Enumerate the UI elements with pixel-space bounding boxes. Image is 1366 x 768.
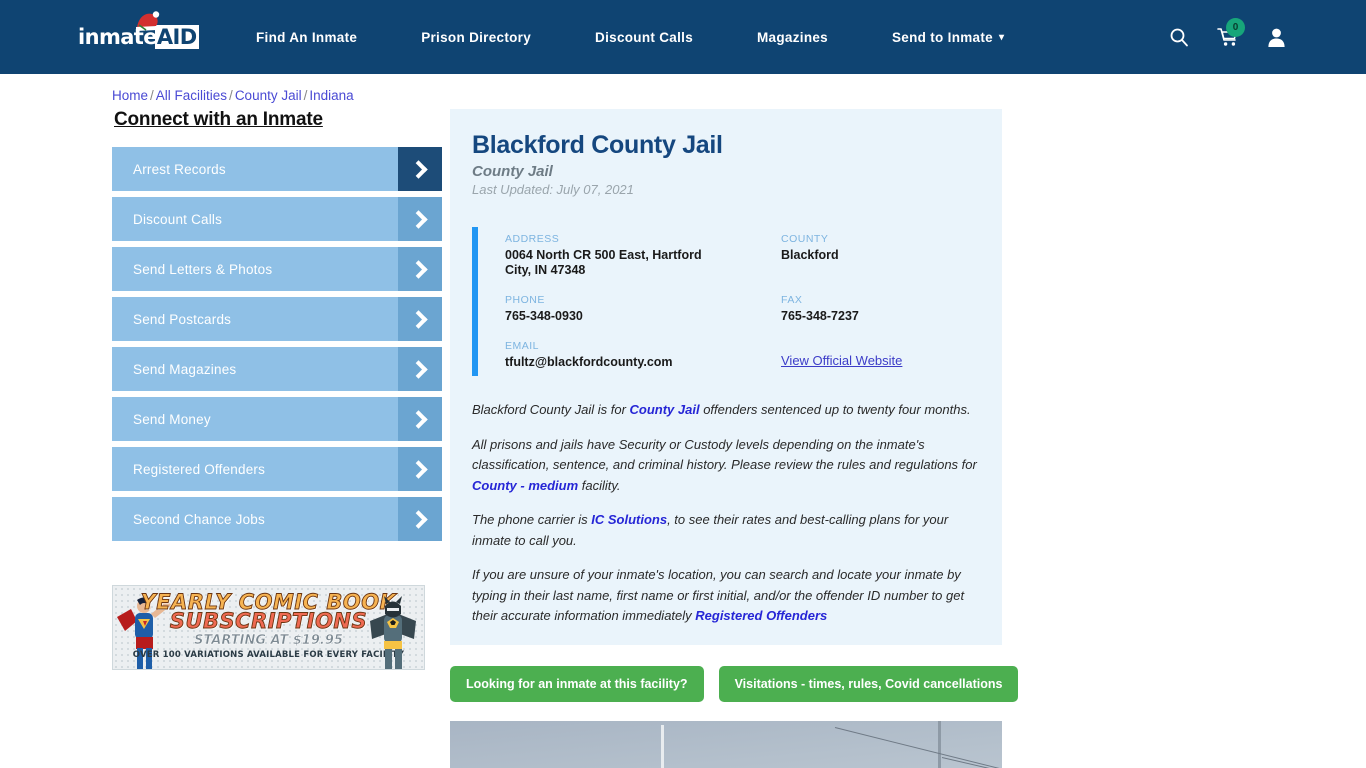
sidebar-item-label: Send Magazines [133, 361, 237, 377]
nav-item-find-an-inmate[interactable]: Find An Inmate [256, 30, 389, 45]
detail-value: tfultz@blackfordcounty.com [505, 355, 673, 369]
sidebar: Connect with an Inmate Arrest Records Di… [112, 109, 442, 670]
chevron-right-icon [398, 497, 442, 541]
facility-exterior-photo [450, 720, 1002, 768]
link-registered-offenders[interactable]: Registered Offenders [695, 608, 827, 623]
desc-text: offenders sentenced up to twenty four mo… [699, 402, 971, 417]
site-header: inmateAID Find An Inmate Prison Director… [0, 0, 1366, 74]
sidebar-item-label: Second Chance Jobs [133, 511, 265, 527]
sidebar-item-arrest-records[interactable]: Arrest Records [112, 147, 442, 191]
utility-pole [938, 720, 941, 768]
sidebar-item-send-postcards[interactable]: Send Postcards [112, 297, 442, 341]
description-paragraph-4: If you are unsure of your inmate's locat… [472, 565, 980, 627]
desc-text: All prisons and jails have Security or C… [472, 436, 977, 473]
nav-item-send-to-inmate-label: Send to Inmate [892, 29, 993, 45]
sidebar-item-label: Send Postcards [133, 311, 232, 327]
sidebar-item-second-chance-jobs[interactable]: Second Chance Jobs [112, 497, 442, 541]
description-paragraph-2: All prisons and jails have Security or C… [472, 435, 980, 497]
detail-website: View Official Website [781, 340, 980, 370]
sidebar-item-label: Arrest Records [133, 161, 226, 177]
sidebar-item-discount-calls[interactable]: Discount Calls [112, 197, 442, 241]
detail-label: PHONE [505, 294, 545, 306]
logo-text-secondary: AID [154, 25, 199, 49]
detail-value: Blackford [781, 248, 839, 262]
header-icon-group: 0 [1169, 18, 1286, 47]
desc-text: The phone carrier is [472, 512, 592, 528]
main-content: Blackford County Jail County Jail Last U… [450, 109, 1019, 768]
cta-button-row: Looking for an inmate at this facility? … [450, 665, 1019, 702]
detail-label: EMAIL [505, 340, 540, 352]
chevron-right-icon [398, 147, 442, 191]
breadcrumb-item-county-jail[interactable]: County Jail [235, 88, 302, 103]
breadcrumb-separator: / [229, 88, 233, 103]
page-title: Blackford County Jail [472, 131, 723, 159]
detail-value: 0064 North CR 500 East, Hartford City, I… [505, 248, 702, 277]
nav-item-magazines[interactable]: Magazines [725, 30, 860, 45]
sidebar-item-label: Send Letters & Photos [133, 261, 273, 277]
breadcrumb-separator: / [150, 88, 154, 103]
nav-item-prison-directory[interactable]: Prison Directory [389, 30, 563, 45]
facility-type: County Jail [472, 163, 553, 180]
facility-info-card: Blackford County Jail County Jail Last U… [450, 109, 1002, 645]
visitations-button[interactable]: Visitations - times, rules, Covid cancel… [718, 665, 1019, 702]
comic-book-subscription-ad[interactable]: YEARLY COMIC BOOK SUBSCRIPTIONS STARTING… [112, 585, 425, 670]
sidebar-item-send-letters-photos[interactable]: Send Letters & Photos [112, 247, 442, 291]
detail-county: COUNTY Blackford [781, 233, 980, 278]
sidebar-item-label: Send Money [133, 411, 211, 427]
chevron-right-icon [398, 247, 442, 291]
chevron-right-icon [398, 347, 442, 391]
content-columns: Connect with an Inmate Arrest Records Di… [0, 109, 1366, 768]
facility-details-block: ADDRESS 0064 North CR 500 East, Hartford… [472, 227, 980, 376]
search-icon[interactable] [1169, 27, 1189, 47]
breadcrumb-item-indiana[interactable]: Indiana [309, 88, 353, 103]
primary-navigation: Find An Inmate Prison Directory Discount… [256, 30, 1169, 45]
batman-figure [370, 596, 416, 669]
chevron-right-icon [398, 297, 442, 341]
sidebar-item-label: Registered Offenders [133, 461, 266, 477]
detail-label: ADDRESS [505, 233, 560, 245]
sidebar-title: Connect with an Inmate [114, 109, 323, 130]
detail-label: FAX [781, 294, 803, 306]
santa-hat-icon [136, 11, 160, 31]
site-logo[interactable]: inmateAID [78, 11, 199, 57]
chevron-right-icon [398, 397, 442, 441]
link-county-medium[interactable]: County - medium [472, 478, 578, 493]
chevron-right-icon [398, 197, 442, 241]
sidebar-item-send-money[interactable]: Send Money [112, 397, 442, 441]
nav-item-send-to-inmate[interactable]: Send to Inmate ▾ [860, 30, 1036, 45]
cart-icon[interactable]: 0 [1217, 18, 1245, 47]
chevron-right-icon [398, 447, 442, 491]
description-paragraph-3: The phone carrier is IC Solutions, to se… [472, 510, 980, 551]
chevron-down-icon: ▾ [998, 32, 1005, 44]
sidebar-item-label: Discount Calls [133, 211, 223, 227]
desc-text: facility. [578, 477, 621, 493]
description-paragraph-1: Blackford County Jail is for County Jail… [472, 400, 980, 421]
sidebar-item-send-magazines[interactable]: Send Magazines [112, 347, 442, 391]
detail-value: 765-348-7237 [781, 309, 859, 323]
nav-item-discount-calls[interactable]: Discount Calls [563, 30, 725, 45]
breadcrumb-separator: / [303, 88, 308, 103]
facility-last-updated: Last Updated: July 07, 2021 [472, 182, 634, 197]
facility-description: Blackford County Jail is for County Jail… [472, 400, 980, 627]
link-ic-solutions[interactable]: IC Solutions [591, 512, 667, 527]
page-body: Home / All Facilities / County Jail / Indiana … [0, 88, 1366, 768]
detail-value: 765-348-0930 [505, 309, 583, 323]
breadcrumb: Home / All Facilities / County Jail / Indiana [112, 88, 1366, 103]
detail-phone: PHONE 765-348-0930 [505, 294, 781, 324]
detail-email: EMAIL tfultz@blackfordcounty.com [505, 340, 781, 370]
detail-fax: FAX 765-348-7237 [781, 294, 980, 324]
looking-for-inmate-button[interactable]: Looking for an inmate at this facility? [450, 665, 704, 702]
user-account-icon[interactable] [1267, 27, 1286, 47]
view-official-website-link[interactable]: View Official Website [781, 353, 902, 368]
flagpole [661, 724, 664, 768]
breadcrumb-item-home[interactable]: Home [112, 88, 148, 103]
sidebar-item-registered-offenders[interactable]: Registered Offenders [112, 447, 442, 491]
detail-address: ADDRESS 0064 North CR 500 East, Hartford… [505, 233, 781, 278]
breadcrumb-item-all-facilities[interactable]: All Facilities [156, 88, 227, 103]
detail-label: COUNTY [781, 233, 829, 245]
desc-text: Blackford County Jail is for [472, 402, 630, 417]
power-line [834, 726, 1002, 768]
link-county-jail[interactable]: County Jail [630, 402, 700, 417]
cart-count-badge: 0 [1226, 18, 1245, 37]
